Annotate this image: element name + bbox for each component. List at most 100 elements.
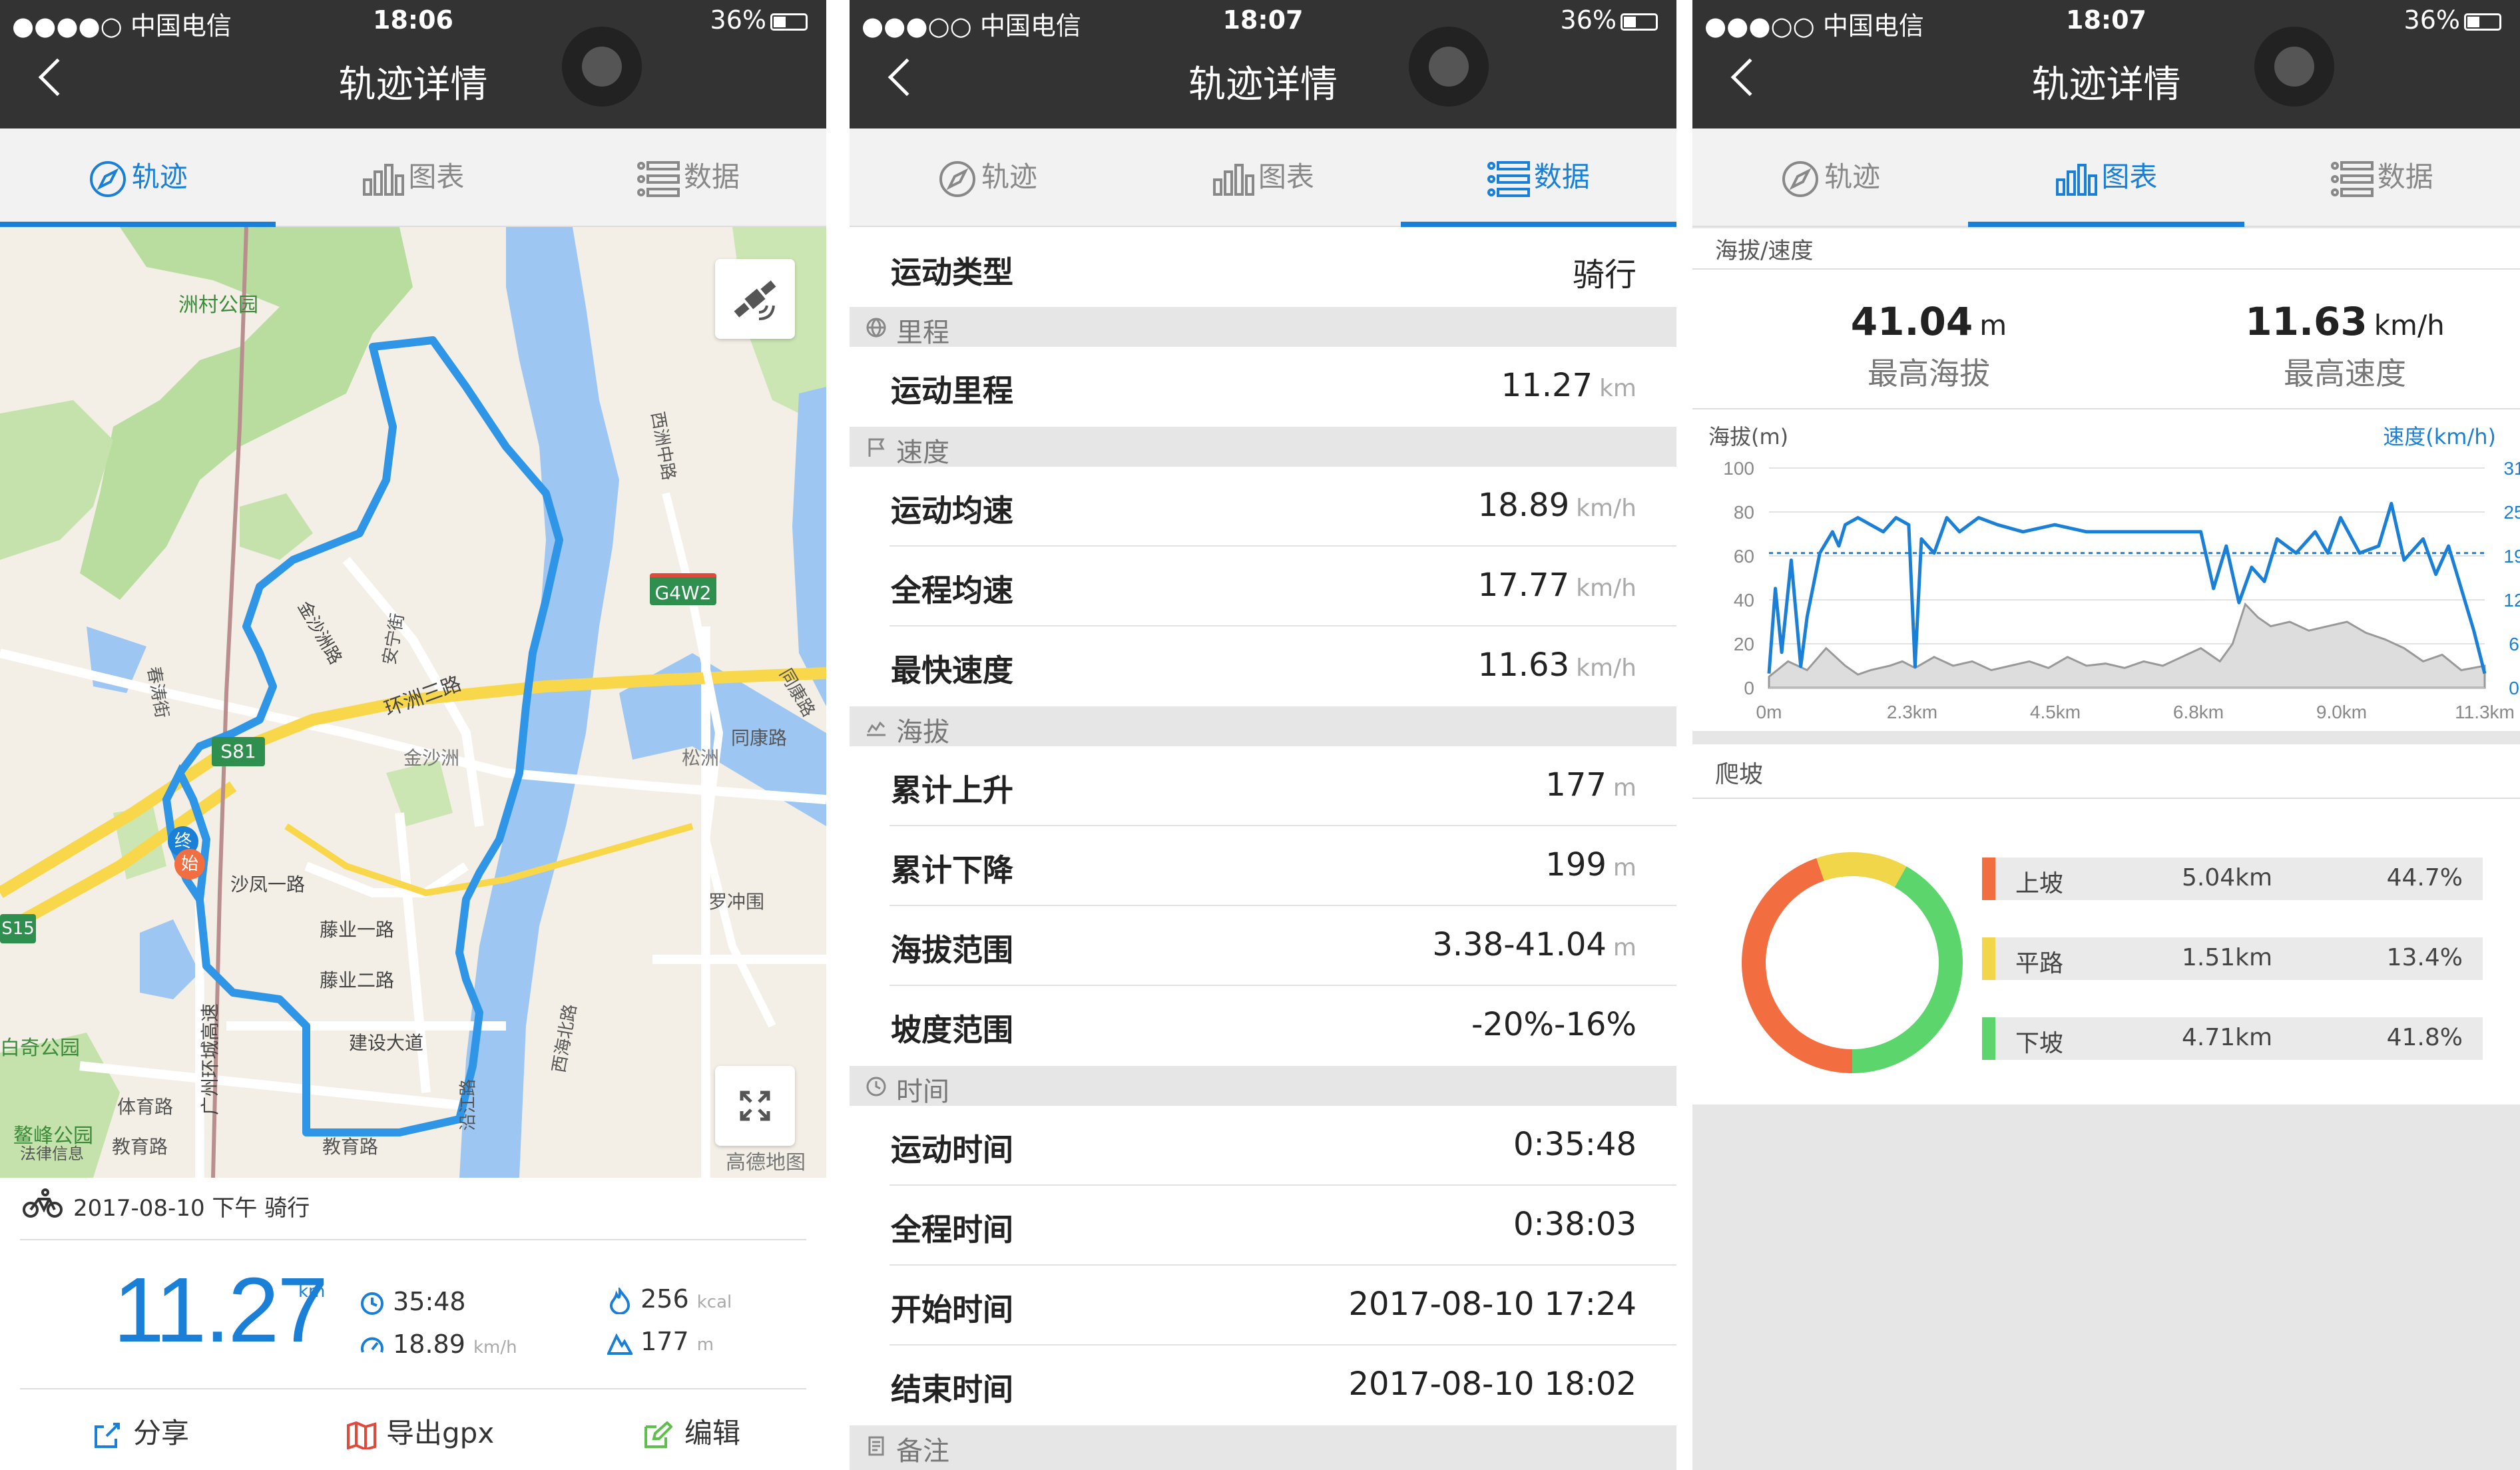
tab-chart-label: 图表 <box>1258 160 1314 193</box>
list-icon <box>2330 160 2374 197</box>
value-unit: km/h <box>1576 495 1637 522</box>
battery-indicator: 36% <box>1561 5 1658 35</box>
section-title: 备注 <box>896 1436 949 1467</box>
map-label: 松洲 <box>682 747 720 769</box>
row-value: 11.27 km <box>1501 367 1637 404</box>
row-label: 运动均速 <box>891 493 1013 529</box>
track-date: 2017-08-10 下午 骑行 <box>73 1195 310 1222</box>
max-speed-value: 11.63 <box>2245 299 2368 344</box>
climb-donut-chart <box>1742 852 1963 1073</box>
export-label: 导出gpx <box>386 1417 495 1449</box>
legend-percent: 13.4% <box>2386 944 2463 971</box>
value-unit: m <box>1613 774 1637 802</box>
tab-track[interactable]: 轨迹 <box>1692 128 1968 226</box>
tab-track[interactable]: 轨迹 <box>0 128 276 227</box>
list-icon <box>637 160 680 197</box>
max-altitude-value: 41.04 <box>1850 299 1973 344</box>
page-title: 轨迹详情 <box>1188 63 1338 107</box>
battery-percent: 36% <box>1560 5 1617 35</box>
clock: 18:07 <box>2066 5 2146 35</box>
row-label: 累计上升 <box>891 772 1013 808</box>
section-header-time: 时间 <box>850 1066 1676 1107</box>
value-number: 11.27 <box>1501 367 1593 404</box>
max-altitude-unit: m <box>1979 309 2007 342</box>
data-row-end-time: 结束时间 2017-08-10 18:02 <box>850 1346 1676 1425</box>
right-axis-label: 速度(km/h) <box>2383 424 2496 449</box>
export-gpx-button[interactable]: 导出gpx <box>346 1411 494 1451</box>
y2-tick-label: 0 <box>2509 678 2519 698</box>
tab-data[interactable]: 数据 <box>2244 128 2520 226</box>
map-view[interactable]: 洲村公园 白奇公园 鳌峰公园 法律信息 S81 G4W2 S15 西洲中路 环洲… <box>0 227 826 1178</box>
y2-tick-label: 12 <box>2503 590 2520 611</box>
row-label: 运动里程 <box>891 373 1013 409</box>
speedometer-icon <box>361 1337 383 1353</box>
tab-track[interactable]: 轨迹 <box>850 128 1125 226</box>
assistive-touch-button[interactable] <box>1409 27 1489 107</box>
data-row-avg-speed: 运动均速 18.89 km/h <box>850 467 1676 547</box>
tab-chart-label: 图表 <box>408 160 465 193</box>
duration-value: 35:48 <box>393 1287 466 1316</box>
map-label: 洲村公园 <box>178 294 258 317</box>
row-value: 18.89 km/h <box>1478 487 1637 524</box>
tab-data-label: 数据 <box>684 160 740 193</box>
battery-percent: 36% <box>710 5 766 35</box>
satellite-toggle-button[interactable] <box>715 259 795 339</box>
legend-percent: 44.7% <box>2386 864 2463 891</box>
legend-swatch <box>1982 937 1995 980</box>
map-label: 教育路 <box>322 1136 379 1158</box>
map-label: 广州环城高速 <box>199 1003 222 1116</box>
track-chart-screen: ●●●○○ 中国电信 18:07 36% 轨迹详情 轨迹 图表 数据 海拔/速度… <box>1692 0 2520 1470</box>
clock: 18:06 <box>373 5 453 35</box>
map-label: 教育路 <box>112 1136 168 1158</box>
speed-unit: km/h <box>473 1338 517 1357</box>
share-button[interactable]: 分享 <box>93 1411 189 1451</box>
altitude-speed-card: 海拔/速度 41.04 m 最高海拔 11.63 km/h 最高速度 海拔(m) 速… <box>1692 228 2520 731</box>
tab-data[interactable]: 数据 <box>1400 128 1676 227</box>
tab-data[interactable]: 数据 <box>551 128 826 226</box>
donut-slice <box>1742 858 1853 1073</box>
donut-slice <box>1852 866 1963 1073</box>
y-tick-label: 100 <box>1723 458 1754 479</box>
value-number: 17.77 <box>1477 567 1570 604</box>
calories-unit: kcal <box>696 1292 732 1312</box>
start-marker: 始 <box>174 849 205 879</box>
data-row-altitude-range: 海拔范围 3.38-41.04 m <box>850 906 1676 986</box>
legend-swatch <box>1982 858 1995 900</box>
map-label: 藤业一路 <box>320 919 395 941</box>
globe-icon <box>866 318 886 338</box>
section-header-note: 备注 <box>850 1425 1676 1470</box>
map-label: 体育路 <box>117 1096 174 1118</box>
track-summary: 2017-08-10 下午 骑行 11.27 km 35:48 18.89 km… <box>0 1178 826 1470</box>
x-tick-label: 6.8km <box>2173 702 2224 722</box>
bar-chart-icon <box>2056 163 2098 196</box>
fullscreen-button[interactable] <box>715 1066 795 1146</box>
row-value: 骑行 <box>1572 256 1637 294</box>
tab-chart[interactable]: 图表 <box>1125 128 1401 226</box>
row-label: 开始时间 <box>891 1292 1013 1328</box>
row-value: 199 m <box>1545 846 1637 883</box>
y-tick-label: 0 <box>1744 678 1754 698</box>
climb-card: 爬坡 上坡 5.04km 44.7% 平路 1.51km 13.4% 下坡 4.71km 41.… <box>1692 744 2520 1104</box>
altitude-speed-chart: 0 20 40 60 80 100 0 6 12 19 25 31 0m 2.3km 4.5km 6.8km 9… <box>1723 458 2520 722</box>
tab-chart[interactable]: 图表 <box>276 128 551 226</box>
legend-label: 上坡 <box>2015 870 2064 897</box>
data-row-ascent: 累计上升 177 m <box>850 746 1676 826</box>
ascent-stat: 177 m <box>606 1327 714 1356</box>
tab-chart[interactable]: 图表 <box>1968 128 2244 227</box>
clock-icon <box>866 1077 886 1097</box>
climb-legend-row: 上坡 5.04km 44.7% <box>1982 858 2483 900</box>
max-speed-unit: km/h <box>2374 309 2445 342</box>
climb-title: 爬坡 <box>1715 761 1764 788</box>
assistive-touch-button[interactable] <box>562 27 642 107</box>
row-value: 0:38:03 <box>1513 1206 1637 1243</box>
calories-stat: 256 kcal <box>607 1284 732 1315</box>
row-value: 177 m <box>1545 766 1637 804</box>
assistive-touch-button[interactable] <box>2254 27 2334 107</box>
data-row-descent: 累计下降 199 m <box>850 826 1676 906</box>
edit-button[interactable]: 编辑 <box>643 1411 740 1451</box>
value-number: 199 <box>1545 846 1607 883</box>
section-title: 里程 <box>896 318 949 348</box>
value-number: 3.38-41.04 <box>1432 926 1607 963</box>
climb-legend-row: 平路 1.51km 13.4% <box>1982 937 2483 980</box>
top-bar: ●●●○○ 中国电信 18:07 36% 轨迹详情 <box>850 0 1676 128</box>
